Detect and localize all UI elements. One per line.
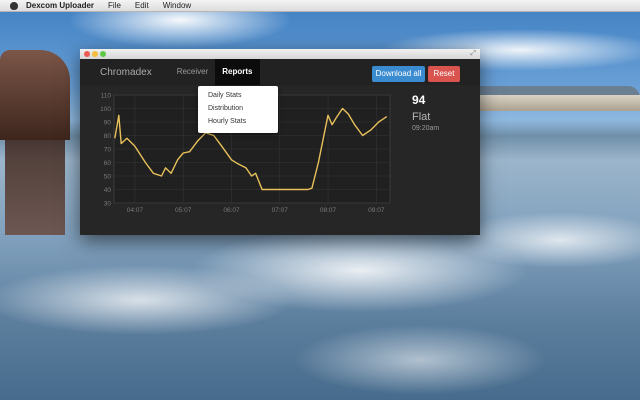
menu-window[interactable]: Window <box>163 0 191 11</box>
desktop-rock-formation <box>0 50 70 140</box>
glucose-value: 94 <box>412 93 426 107</box>
menu-file[interactable]: File <box>108 0 121 11</box>
x-tick-label: 09:07 <box>368 207 385 214</box>
x-tick-label: 06:07 <box>223 207 240 214</box>
nav-receiver[interactable]: Receiver <box>170 59 216 85</box>
y-tick-label: 70 <box>104 147 112 154</box>
y-tick-label: 110 <box>101 93 112 100</box>
apple-icon[interactable] <box>10 1 18 10</box>
reports-dropdown-menu: Daily Stats Distribution Hourly Stats <box>198 86 278 133</box>
reading-time: 09:20am <box>412 125 440 132</box>
brand-title[interactable]: Chromadex <box>100 67 152 78</box>
y-tick-label: 50 <box>104 174 112 181</box>
minimize-window-button[interactable] <box>92 51 98 57</box>
menu-edit[interactable]: Edit <box>135 0 149 11</box>
desktop-shoreline <box>470 95 640 111</box>
zoom-window-button[interactable] <box>100 51 106 57</box>
y-tick-label: 80 <box>104 133 112 140</box>
current-reading-panel: 94 Flat 09:20am <box>412 93 439 132</box>
desktop-rock-reflection <box>5 140 65 235</box>
y-tick-label: 40 <box>104 187 112 194</box>
nav-reports[interactable]: Reports <box>215 59 260 85</box>
app-window: ⤢ Chromadex Receiver Reports Download al… <box>80 49 480 235</box>
reset-button[interactable]: Reset <box>428 66 460 82</box>
x-tick-label: 07:07 <box>272 207 289 214</box>
trend-label: Flat <box>412 111 431 123</box>
x-tick-label: 08:07 <box>320 207 337 214</box>
close-window-button[interactable] <box>84 51 90 57</box>
menu-item-hourly-stats[interactable]: Hourly Stats <box>198 115 278 128</box>
menu-bar: Dexcom Uploader File Edit Window <box>0 0 640 12</box>
y-tick-label: 100 <box>100 106 111 113</box>
y-tick-label: 60 <box>104 160 112 167</box>
y-tick-label: 90 <box>104 120 112 127</box>
download-all-button[interactable]: Download all <box>372 66 425 82</box>
menu-app-name[interactable]: Dexcom Uploader <box>26 0 94 11</box>
fullscreen-icon[interactable]: ⤢ <box>470 50 476 58</box>
x-tick-label: 04:07 <box>127 207 144 214</box>
navbar: Chromadex Receiver Reports Download all … <box>80 59 480 85</box>
window-titlebar[interactable]: ⤢ <box>80 49 480 59</box>
y-tick-label: 30 <box>104 201 112 208</box>
menu-item-daily-stats[interactable]: Daily Stats <box>198 89 278 102</box>
x-tick-label: 05:07 <box>175 207 192 214</box>
menu-item-distribution[interactable]: Distribution <box>198 102 278 115</box>
